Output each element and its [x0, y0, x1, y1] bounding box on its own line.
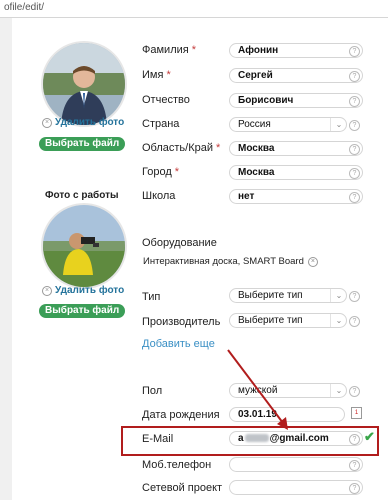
url-text: ofile/edit/	[4, 2, 45, 13]
work-photo-title: Фото с работы	[45, 190, 119, 201]
phone-field[interactable]	[229, 457, 363, 472]
school-label: Школа	[142, 190, 176, 202]
remove-tag-icon[interactable]: ×	[307, 256, 318, 267]
profile-photo	[41, 41, 127, 127]
work-photo	[41, 203, 127, 289]
delete-photo-label: Удалить фото	[55, 117, 125, 128]
first-name-label: Имя *	[142, 69, 171, 81]
type-label: Тип	[142, 291, 161, 303]
equipment-tag-text: Интерактивная доска, SMART Board	[143, 256, 304, 267]
help-icon[interactable]: ?	[349, 483, 360, 494]
address-bar[interactable]: ofile/edit/	[0, 0, 388, 18]
close-icon: ×	[42, 285, 52, 296]
region-label: Область/Край *	[142, 142, 221, 154]
manufacturer-label: Производитель	[142, 316, 221, 328]
help-icon[interactable]: ?	[349, 291, 360, 302]
chevron-down-icon[interactable]: ⌄	[330, 314, 347, 327]
delete-work-photo-link[interactable]: × Удалить фото	[42, 285, 124, 296]
help-icon[interactable]: ?	[349, 46, 360, 57]
help-icon[interactable]: ?	[349, 316, 360, 327]
chevron-down-icon[interactable]: ⌄	[330, 384, 347, 397]
equipment-tag: Интерактивная доска, SMART Board ×	[143, 256, 318, 267]
last-name-label: Фамилия *	[142, 44, 196, 56]
add-more-link[interactable]: Добавить еще	[142, 338, 215, 350]
delete-photo-label: Удалить фото	[55, 285, 125, 296]
equipment-label: Оборудование	[142, 237, 217, 249]
help-icon[interactable]: ?	[349, 96, 360, 107]
city-label: Город *	[142, 166, 180, 178]
first-name-field[interactable]: Сергей	[229, 68, 363, 83]
chevron-down-icon[interactable]: ⌄	[330, 118, 347, 131]
city-field[interactable]: Москва	[229, 165, 363, 180]
choose-profile-file-button[interactable]: Выбрать файл	[39, 137, 126, 151]
help-icon[interactable]: ?	[349, 144, 360, 155]
help-icon[interactable]: ?	[349, 71, 360, 82]
birth-date-label: Дата рождения	[142, 409, 220, 421]
patronymic-field[interactable]: Борисович	[229, 93, 363, 108]
close-icon: ×	[42, 117, 52, 128]
annotation-highlight-box	[121, 426, 379, 456]
last-name-field[interactable]: Афонин	[229, 43, 363, 58]
school-field[interactable]: нет	[229, 189, 363, 204]
chevron-down-icon[interactable]: ⌄	[330, 289, 347, 302]
help-icon[interactable]: ?	[349, 460, 360, 471]
choose-work-file-button[interactable]: Выбрать файл	[39, 304, 126, 318]
gender-label: Пол	[142, 385, 163, 397]
network-project-field[interactable]	[229, 480, 363, 495]
help-icon[interactable]: ?	[349, 120, 360, 131]
network-project-label: Сетевой проект	[142, 482, 223, 494]
phone-label: Моб.телефон	[142, 459, 212, 471]
patronymic-label: Отчество	[142, 94, 190, 106]
delete-profile-photo-link[interactable]: × Удалить фото	[42, 117, 124, 128]
help-icon[interactable]: ?	[349, 386, 360, 397]
calendar-icon[interactable]: 1	[351, 407, 362, 419]
region-field[interactable]: Москва	[229, 141, 363, 156]
help-icon[interactable]: ?	[349, 192, 360, 203]
country-label: Страна	[142, 118, 180, 130]
birth-date-field[interactable]: 03.01.19	[229, 407, 345, 422]
help-icon[interactable]: ?	[349, 168, 360, 179]
